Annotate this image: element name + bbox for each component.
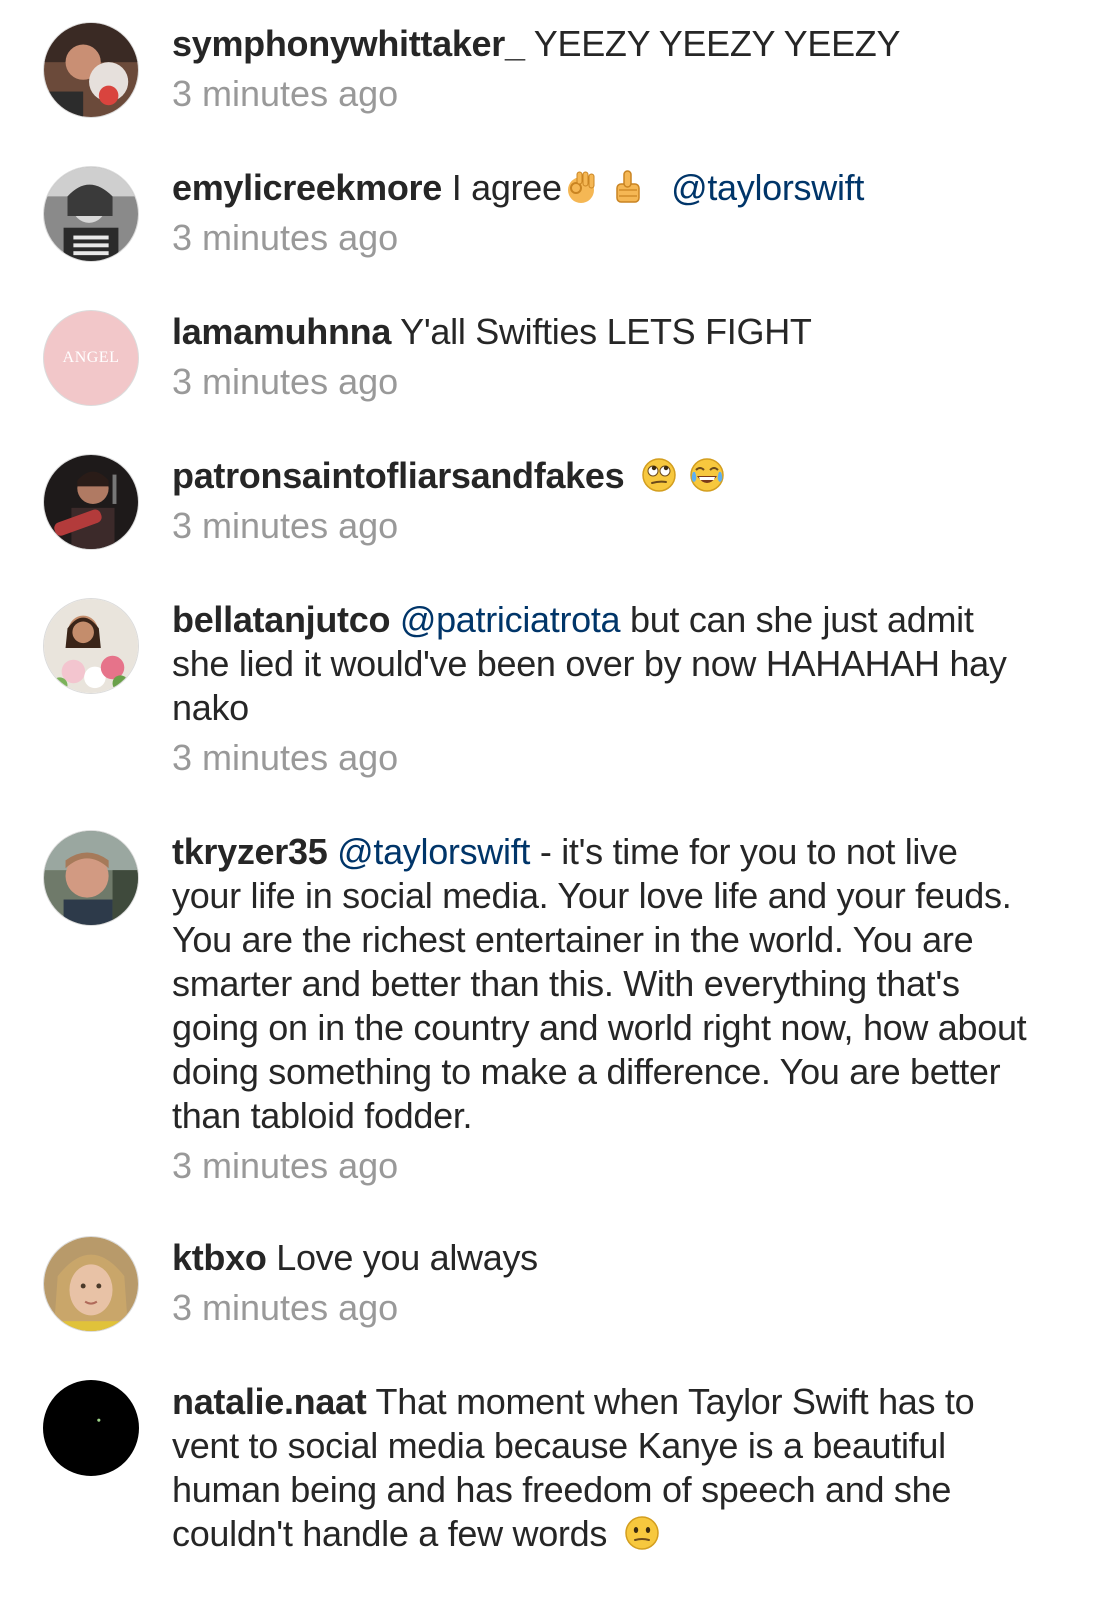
neutral-face-emoji-icon <box>625 1516 659 1550</box>
comment-timestamp: 3 minutes ago <box>172 505 399 546</box>
avatar-photo <box>44 23 138 117</box>
avatar[interactable] <box>43 454 139 550</box>
avatar[interactable] <box>43 1236 139 1332</box>
comment-mention[interactable]: @taylorswift <box>671 167 864 208</box>
comment-timestamp: 3 minutes ago <box>172 737 399 778</box>
comment-timestamp: 3 minutes ago <box>172 73 399 114</box>
avatar-photo <box>44 831 138 925</box>
avatar[interactable] <box>43 166 139 262</box>
avatar-label: ANGEL <box>62 349 120 366</box>
avatar-photo <box>44 599 138 693</box>
ok-hand-emoji-icon <box>567 171 595 203</box>
avatar-photo <box>44 1237 138 1331</box>
comment-mention[interactable]: @taylorswift <box>337 831 530 872</box>
avatar-photo <box>44 1381 138 1475</box>
comment-username[interactable]: symphonywhittaker_ <box>172 23 525 64</box>
comment-timestamp: 3 minutes ago <box>172 217 399 258</box>
avatar[interactable] <box>43 830 139 926</box>
comment-username[interactable]: patronsaintofliarsandfakes <box>172 455 625 496</box>
comment-username[interactable]: ktbxo <box>172 1237 267 1278</box>
comment-username[interactable]: lamamuhnna <box>172 311 391 352</box>
avatar[interactable] <box>43 598 139 694</box>
comment-mention[interactable]: @patriciatrota <box>400 599 621 640</box>
comment-username[interactable]: emylicreekmore <box>172 167 442 208</box>
avatar[interactable] <box>43 1380 139 1476</box>
comment-username[interactable]: tkryzer35 <box>172 831 328 872</box>
avatar-photo <box>44 455 138 549</box>
comment-text: I agree <box>451 167 562 208</box>
tears-of-joy-emoji-icon <box>689 458 724 492</box>
comment-text: YEEZY YEEZY YEEZY <box>533 23 901 64</box>
avatar[interactable] <box>43 22 139 118</box>
rolling-eyes-emoji-icon <box>642 458 676 492</box>
comment-timestamp: 3 minutes ago <box>172 1145 399 1186</box>
comment-text: Y'all Swifties LETS FIGHT <box>400 311 812 352</box>
thumbs-up-emoji-icon <box>616 170 641 203</box>
comment-username[interactable]: bellatanjutco <box>172 599 390 640</box>
comment-timestamp: 3 minutes ago <box>172 361 399 402</box>
comment-text: - it's time for you to not live your lif… <box>172 831 1027 1136</box>
avatar[interactable]: ANGEL <box>43 310 139 406</box>
comment-text: Love you always <box>276 1237 538 1278</box>
comment-username[interactable]: natalie.naat <box>172 1381 367 1422</box>
comment-timestamp: 3 minutes ago <box>172 1287 399 1328</box>
avatar-photo <box>44 167 138 261</box>
